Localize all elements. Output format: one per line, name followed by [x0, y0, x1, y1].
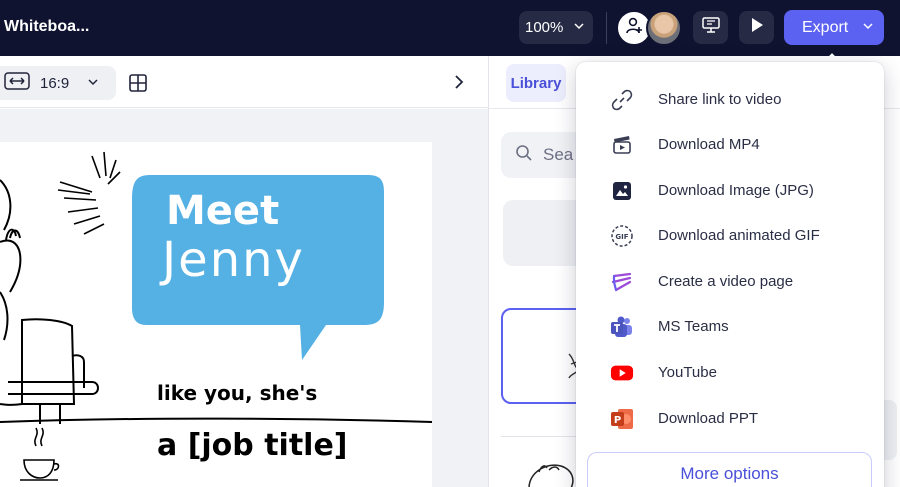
- top-bar: Whiteboa... 100% Export: [0, 0, 900, 56]
- menu-item-label: Create a video page: [658, 273, 794, 290]
- zoom-value: 100%: [525, 19, 564, 36]
- resize-icon: [4, 71, 30, 95]
- chevron-down-icon: [87, 75, 99, 92]
- bubble-name: Jenny: [162, 232, 305, 288]
- preview-play-button[interactable]: [739, 11, 774, 44]
- user-avatar[interactable]: [646, 10, 682, 46]
- video-clapper-icon: [610, 134, 634, 156]
- svg-text:P: P: [614, 415, 621, 426]
- emphasis-lines: [57, 151, 121, 235]
- svg-text:GIF: GIF: [615, 233, 628, 241]
- menu-item-label: Download MP4: [658, 136, 760, 153]
- more-options-button[interactable]: More options: [587, 452, 872, 487]
- export-label: Export: [802, 18, 849, 36]
- search-placeholder: Sea: [543, 145, 574, 164]
- bubble-heading: Meet: [166, 188, 280, 234]
- menu-item-label: Download animated GIF: [658, 227, 820, 244]
- tab-library-label: Library: [510, 74, 562, 92]
- menu-item-download-mp4[interactable]: Download MP4: [576, 123, 884, 167]
- chevron-right-icon[interactable]: [453, 74, 465, 95]
- more-options-label: More options: [680, 464, 779, 483]
- menu-item-label: Share link to video: [658, 91, 782, 108]
- powerpoint-icon: P: [610, 408, 634, 430]
- search-icon: [515, 144, 533, 167]
- menu-item-label: Download Image (JPG): [658, 182, 814, 199]
- floor-line: [0, 417, 432, 423]
- presentation-icon: [701, 16, 721, 39]
- coffee-cup-illustration: [20, 427, 60, 481]
- chevron-down-icon: [862, 19, 874, 37]
- image-icon: [610, 180, 634, 202]
- character-illustration: [0, 179, 99, 424]
- menu-item-youtube[interactable]: YouTube: [576, 351, 884, 395]
- slide-text-line-1: like you, she's: [157, 381, 318, 405]
- menu-item-label: YouTube: [658, 364, 717, 381]
- zoom-dropdown[interactable]: 100%: [519, 11, 593, 44]
- chevron-down-icon: [573, 19, 585, 36]
- add-user-icon: [624, 16, 644, 41]
- export-button[interactable]: Export: [784, 10, 884, 45]
- editor-toolbar: 16:9: [0, 57, 488, 108]
- menu-item-download-ppt[interactable]: P Download PPT: [576, 397, 884, 441]
- menu-item-download-jpg[interactable]: Download Image (JPG): [576, 169, 884, 213]
- youtube-icon: [610, 362, 634, 384]
- menu-item-ms-teams[interactable]: MS Teams: [576, 305, 884, 349]
- toolbar-divider: [606, 12, 607, 44]
- video-page-icon: [610, 271, 634, 293]
- play-icon: [750, 17, 764, 38]
- tab-library[interactable]: Library: [506, 64, 566, 102]
- menu-item-share-link[interactable]: Share link to video: [576, 78, 884, 122]
- ms-teams-icon: [610, 316, 634, 338]
- menu-item-download-gif[interactable]: GIF Download animated GIF: [576, 214, 884, 258]
- project-title[interactable]: Whiteboa...: [4, 18, 89, 36]
- menu-item-label: MS Teams: [658, 318, 729, 335]
- gif-icon: GIF: [610, 225, 634, 247]
- present-button[interactable]: [693, 11, 728, 44]
- grid-icon[interactable]: [129, 74, 147, 97]
- slide-text-line-2: a [job title]: [157, 428, 348, 463]
- export-menu: Share link to video Download MP4 Downloa…: [576, 62, 884, 487]
- menu-item-label: Download PPT: [658, 410, 759, 427]
- link-icon: [610, 89, 634, 111]
- menu-item-video-page[interactable]: Create a video page: [576, 260, 884, 304]
- aspect-ratio-dropdown[interactable]: 16:9: [0, 66, 116, 100]
- aspect-ratio-value: 16:9: [40, 74, 70, 92]
